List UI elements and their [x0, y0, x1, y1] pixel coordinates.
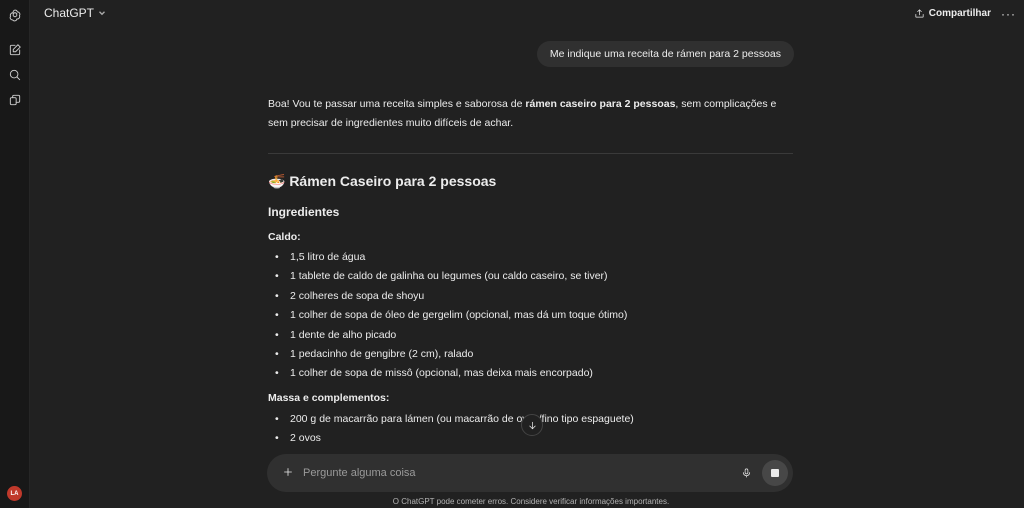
share-label: Compartilhar [928, 8, 991, 19]
divider [268, 153, 793, 154]
list-item: 200 g de macarrão para lámen (ou macarrã… [272, 410, 634, 430]
prompt-input[interactable] [303, 463, 723, 483]
search-icon[interactable] [5, 65, 25, 85]
plus-icon [284, 468, 292, 476]
list-item: 2 colheres de sopa de shoyu [272, 287, 627, 307]
list-item: 1 dente de alho picado [272, 326, 627, 346]
new-chat-icon[interactable] [5, 40, 25, 60]
list-item: 1 colher de sopa de missô (opcional, mas… [272, 364, 627, 384]
library-icon[interactable] [5, 90, 25, 110]
broth-list: 1,5 litro de água 1 tablete de caldo de … [272, 248, 627, 384]
recipe-title: 🍜 Rámen Caseiro para 2 pessoas [268, 173, 497, 189]
share-icon [915, 9, 924, 18]
sidebar: LA [0, 0, 30, 508]
list-item: 1,5 litro de água [272, 248, 627, 268]
share-button[interactable]: Compartilhar [914, 8, 991, 19]
broth-label: Caldo: [268, 231, 301, 243]
model-label: ChatGPT [44, 6, 95, 20]
model-selector-button[interactable]: ChatGPT [44, 6, 107, 20]
list-item: 2 ovos [272, 429, 634, 449]
assistant-intro: Boa! Vou te passar uma receita simples e… [268, 95, 793, 133]
ingredients-heading: Ingredientes [268, 205, 340, 219]
noodles-list: 200 g de macarrão para lámen (ou macarrã… [272, 410, 634, 449]
microphone-icon [742, 468, 750, 478]
stop-icon [771, 469, 779, 477]
chevron-down-icon [99, 11, 105, 16]
intro-text: Boa! Vou te passar uma receita simples e… [268, 98, 526, 110]
top-bar: ChatGPT Compartilhar ··· [30, 0, 1024, 30]
noodles-label: Massa e complementos: [268, 392, 390, 404]
arrow-down-icon [528, 421, 536, 429]
openai-logo-icon[interactable] [5, 5, 25, 25]
user-message-bubble: Me indique uma receita de rámen para 2 p… [536, 41, 794, 67]
disclaimer: O ChatGPT pode cometer erros. Considere … [392, 497, 670, 506]
list-item: 1 colher de sopa de óleo de gergelim (op… [272, 306, 627, 326]
composer [267, 454, 793, 492]
list-item: 1 tablete de caldo de galinha ou legumes… [272, 267, 627, 287]
list-item: 1 pedacinho de gengibre (2 cm), ralado [272, 345, 627, 365]
more-options-button[interactable]: ··· [1001, 7, 1016, 21]
scroll-to-bottom-button[interactable] [521, 414, 543, 436]
attach-button[interactable] [279, 463, 297, 481]
intro-bold-text: rámen caseiro para 2 pessoas [525, 98, 676, 110]
dictate-button[interactable] [737, 464, 755, 482]
